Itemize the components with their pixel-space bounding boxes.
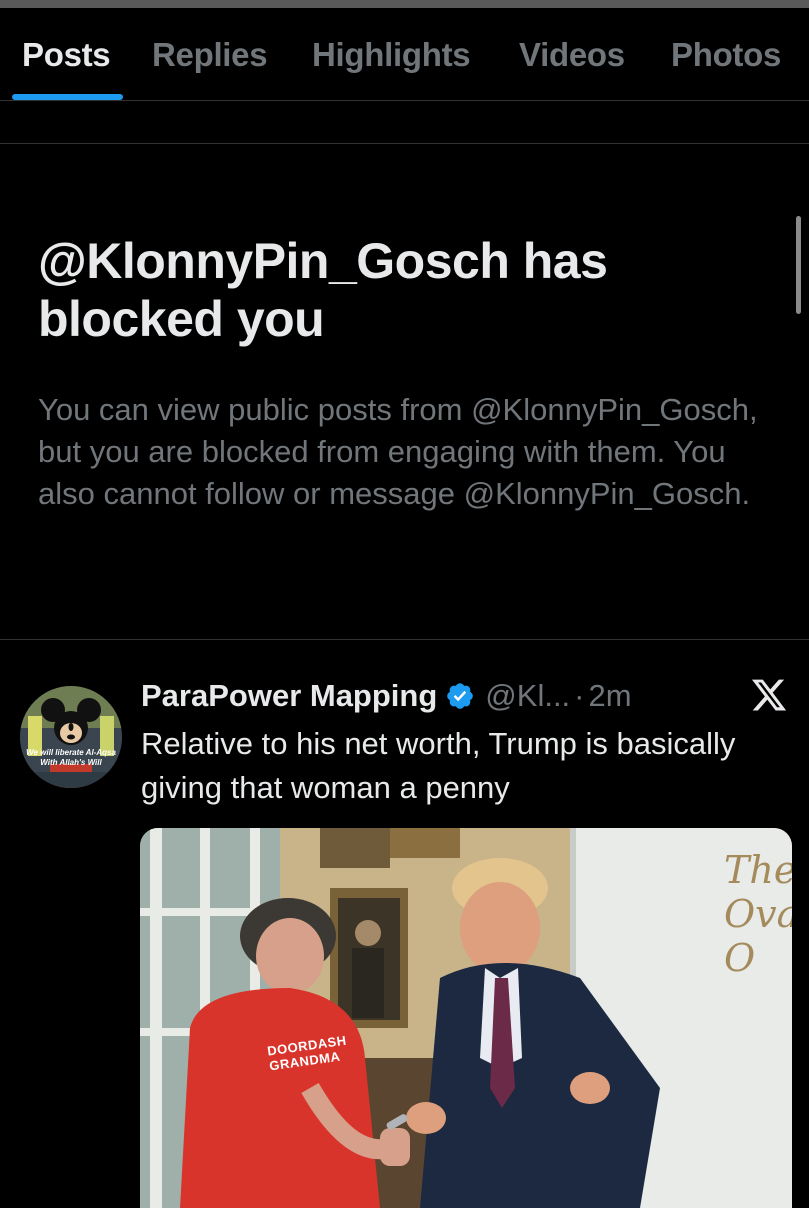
post-divider bbox=[0, 639, 809, 640]
author-handle[interactable]: @Kl... bbox=[485, 678, 570, 714]
profile-tabs: Posts Replies Highlights Videos Photos bbox=[0, 8, 809, 100]
scrollbar[interactable] bbox=[796, 216, 801, 314]
verified-badge-icon bbox=[445, 681, 475, 711]
blocked-description: You can view public posts from @KlonnyPi… bbox=[38, 392, 758, 511]
tab-highlights[interactable]: Highlights bbox=[312, 36, 471, 74]
post-header: ParaPower Mapping @Kl... · 2m bbox=[141, 674, 632, 718]
post-image[interactable]: The Oval O DOORDASH GRANDMA bbox=[140, 828, 792, 1208]
oval-office-photo bbox=[140, 828, 792, 1208]
post-time[interactable]: 2m bbox=[589, 678, 632, 714]
x-logo-icon[interactable] bbox=[750, 676, 788, 714]
wall-lettering: The Oval O bbox=[724, 848, 792, 980]
section-divider bbox=[0, 143, 809, 144]
author-name[interactable]: ParaPower Mapping bbox=[141, 678, 437, 714]
tab-posts[interactable]: Posts bbox=[22, 36, 111, 74]
tabs-divider bbox=[0, 100, 809, 101]
tab-replies[interactable]: Replies bbox=[152, 36, 268, 74]
top-edge bbox=[0, 0, 809, 8]
mickey-avatar-icon bbox=[20, 686, 122, 788]
avatar-caption: We will liberate Al-Aqsa With Allah's Wi… bbox=[26, 748, 116, 767]
avatar[interactable]: We will liberate Al-Aqsa With Allah's Wi… bbox=[20, 686, 122, 788]
tab-photos[interactable]: Photos bbox=[671, 36, 781, 74]
tab-videos[interactable]: Videos bbox=[519, 36, 625, 74]
separator-dot: · bbox=[574, 678, 585, 713]
blocked-title: @KlonnyPin_Gosch has blocked you bbox=[38, 233, 608, 347]
post-text: Relative to his net worth, Trump is basi… bbox=[141, 726, 736, 805]
